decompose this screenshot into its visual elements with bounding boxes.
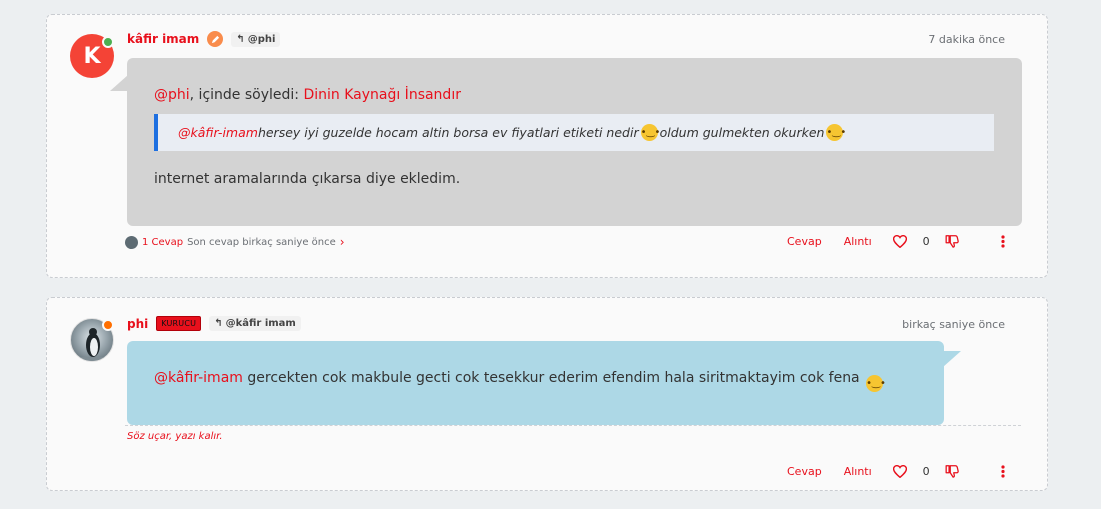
quote-button[interactable]: Alıntı <box>844 465 872 478</box>
signature-divider <box>125 425 1021 426</box>
heart-icon[interactable] <box>892 464 907 478</box>
post-kafir-imam: K kâfir imam ↰ @phi 7 dakika önce @phi, … <box>46 14 1048 278</box>
pencil-icon <box>207 31 224 47</box>
bubble-tail <box>110 75 128 91</box>
reply-to-user: @kâfir imam <box>225 318 296 329</box>
username[interactable]: kâfir imam <box>127 32 199 46</box>
more-options-icon[interactable] <box>1001 234 1005 248</box>
more-options-icon[interactable] <box>1001 464 1005 478</box>
role-badge[interactable]: KURUCU <box>156 316 202 331</box>
mention-link[interactable]: @phi <box>154 87 190 103</box>
post-header: kâfir imam ↰ @phi <box>127 31 281 47</box>
post-phi: phi KURUCU ↰ @kâfir imam birkaç saniye ö… <box>46 297 1048 491</box>
post-body-text: internet aramalarında çıkarsa diye ekled… <box>154 171 461 187</box>
said-in-text: , içinde söyledi: <box>189 87 304 103</box>
away-status-dot <box>102 319 114 331</box>
avatar-letter: K <box>83 43 101 69</box>
post-text: gercekten cok makbule gecti cok tesekkur… <box>242 370 865 386</box>
heart-icon[interactable] <box>892 234 907 248</box>
post-actions: Cevap Alıntı 0 <box>787 234 1005 248</box>
blockquote: @kâfir-imam hersey iyi guzelde hocam alt… <box>154 114 994 151</box>
bubble-tail <box>943 351 961 367</box>
quote-header: @phi, içinde söyledi: Dinin Kaynağı İnsa… <box>154 87 461 103</box>
post-body-text: @kâfir-imam gercekten cok makbule gecti … <box>154 370 886 392</box>
smile-emoji-icon: •‿• <box>866 375 886 392</box>
reply-to-user: @phi <box>247 33 276 45</box>
post-content: @phi, içinde söyledi: Dinin Kaynağı İnsa… <box>127 58 1022 226</box>
vote-count[interactable]: 0 <box>923 465 930 478</box>
thumbs-down-icon[interactable] <box>945 464 959 478</box>
last-reply-text: Son cevap birkaç saniye önce <box>187 236 336 248</box>
vote-count[interactable]: 0 <box>923 235 930 248</box>
reply-arrow-icon: ↰ <box>236 33 245 45</box>
reply-count[interactable]: 1 Cevap <box>142 237 183 248</box>
quote-text: hersey iyi guzelde hocam altin borsa ev … <box>257 125 639 140</box>
reply-to-badge[interactable]: ↰ @phi <box>231 31 281 47</box>
quote-text-2: oldum gulmekten okurken <box>659 125 825 140</box>
reply-arrow-icon: ↰ <box>214 318 223 329</box>
thumbs-down-icon[interactable] <box>945 234 959 248</box>
topic-link[interactable]: Dinin Kaynağı İnsandır <box>303 87 461 103</box>
post-content: @kâfir-imam gercekten cok makbule gecti … <box>127 341 944 425</box>
mention-link[interactable]: @kâfir-imam <box>154 370 243 386</box>
post-timestamp[interactable]: birkaç saniye önce <box>902 318 1005 331</box>
chevron-right-icon: › <box>339 235 345 249</box>
username[interactable]: phi <box>127 317 148 331</box>
reply-button[interactable]: Cevap <box>787 235 822 248</box>
quote-button[interactable]: Alıntı <box>844 235 872 248</box>
reply-to-badge[interactable]: ↰ @kâfir imam <box>209 316 301 331</box>
online-status-dot <box>102 36 114 48</box>
smile-emoji-icon: •‿• <box>640 124 660 141</box>
post-timestamp[interactable]: 7 dakika önce <box>928 33 1005 46</box>
smile-emoji-icon: •‿• <box>826 124 846 141</box>
reply-button[interactable]: Cevap <box>787 465 822 478</box>
reply-avatar <box>125 235 138 249</box>
signature: Söz uçar, yazı kalır. <box>127 431 223 442</box>
quote-mention-link[interactable]: @kâfir-imam <box>178 125 258 140</box>
replies-summary[interactable]: 1 Cevap Son cevap birkaç saniye önce › <box>125 235 345 249</box>
post-actions: Cevap Alıntı 0 <box>787 464 1005 478</box>
post-header: phi KURUCU ↰ @kâfir imam <box>127 316 301 331</box>
